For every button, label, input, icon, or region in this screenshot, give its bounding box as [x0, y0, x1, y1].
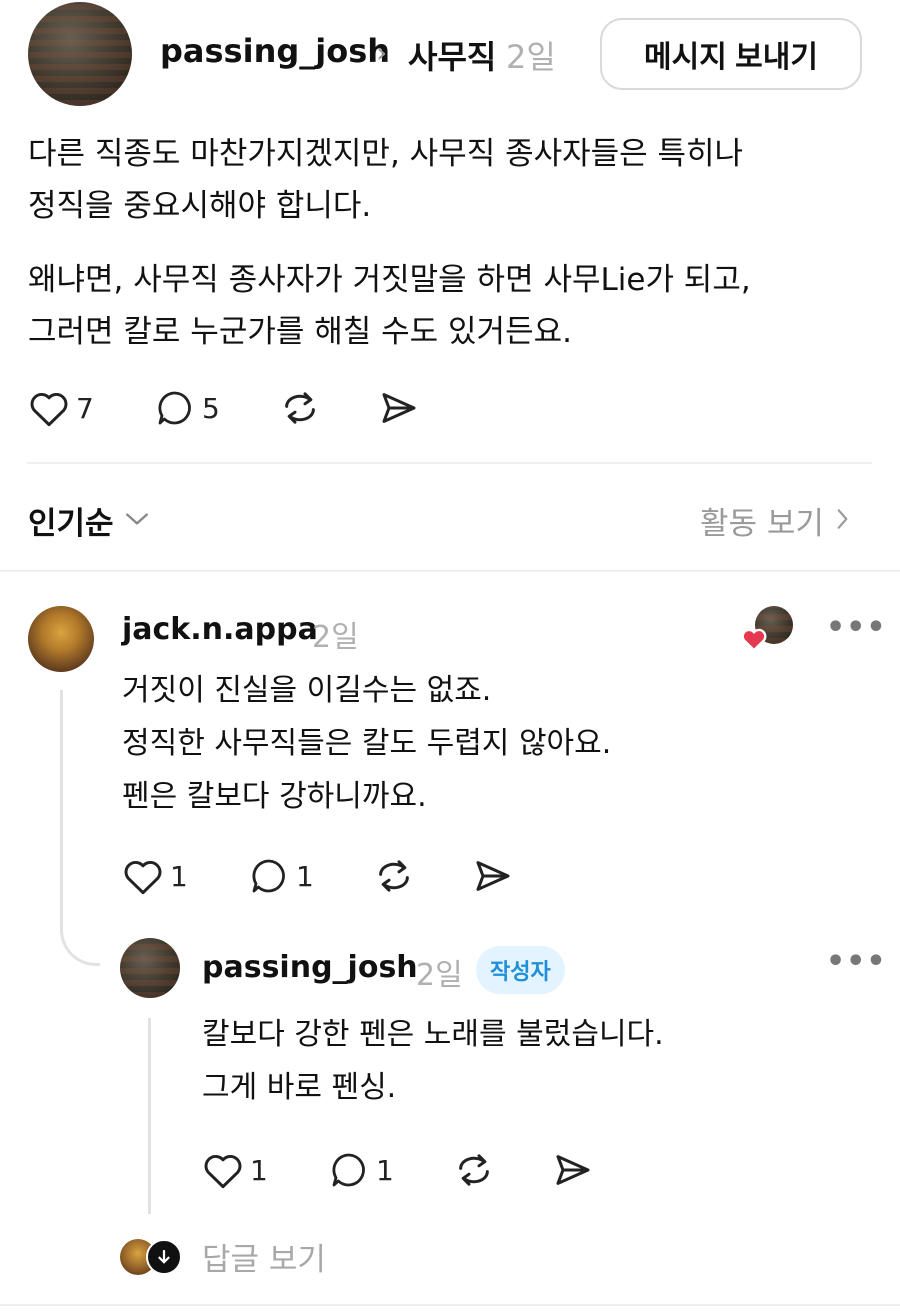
comment-icon	[328, 1150, 370, 1190]
comment-reply-count: 1	[296, 859, 314, 893]
more-icon[interactable]: •••	[826, 944, 887, 979]
comment-icon	[154, 388, 196, 428]
reply-share-button[interactable]	[552, 1150, 594, 1190]
reply-like-count: 1	[250, 1153, 268, 1187]
post-paragraph-1-line-2: 정직을 중요시해야 합니다.	[28, 188, 372, 224]
heart-icon	[28, 388, 70, 428]
arrow-down-icon	[146, 1238, 182, 1275]
post-category[interactable]: 사무직	[408, 32, 496, 78]
post-author-avatar[interactable]	[28, 2, 132, 106]
post-repost-button[interactable]	[280, 388, 320, 428]
post-author-name[interactable]: passing_josh	[160, 32, 390, 70]
reply-thread-line	[148, 1018, 151, 1214]
chevron-down-icon	[124, 509, 150, 533]
chevron-right-icon	[834, 506, 850, 536]
post-paragraph-2-line-1: 왜냐면, 사무직 종사자가 거짓말을 하면 사무Lie가 되고,	[28, 262, 751, 298]
reply-reply-button[interactable]: 1	[328, 1150, 394, 1190]
heart-icon	[740, 626, 768, 656]
post-divider	[27, 462, 872, 464]
share-icon	[472, 856, 514, 896]
bottom-divider	[0, 1304, 900, 1306]
comment-line-3: 펜은 칼보다 강하니까요.	[122, 779, 427, 814]
comment-like-count: 1	[170, 859, 188, 893]
section-divider	[0, 570, 900, 572]
post-like-count: 7	[76, 391, 94, 425]
post-paragraph-2-line-2: 그러면 칼로 누군가를 해칠 수도 있거든요.	[28, 314, 572, 350]
reply-like-button[interactable]: 1	[202, 1150, 268, 1190]
activity-link[interactable]: 활동 보기	[700, 498, 850, 543]
repost-icon	[454, 1150, 494, 1190]
thread-line	[60, 690, 63, 926]
sort-label: 인기순	[28, 506, 114, 542]
reply-reply-count: 1	[376, 1153, 394, 1187]
heart-icon	[122, 856, 164, 896]
reply-author-avatar[interactable]	[120, 938, 180, 998]
comment-icon	[248, 856, 290, 896]
comment-repost-button[interactable]	[374, 856, 414, 896]
comment-line-2: 정직한 사무직들은 칼도 두렵지 않아요.	[122, 726, 612, 761]
reply-author-name[interactable]: passing_josh	[202, 950, 418, 985]
comment-share-button[interactable]	[472, 856, 514, 896]
share-icon	[552, 1150, 594, 1190]
reply-time: 2일	[416, 958, 463, 993]
post-comment-button[interactable]: 5	[154, 388, 220, 428]
share-icon	[378, 388, 420, 428]
post-paragraph-1-line-1: 다른 직종도 마찬가지겠지만, 사무직 종사자들은 특히나	[28, 136, 744, 172]
reply-line-2: 그게 바로 펜싱.	[202, 1070, 397, 1105]
author-badge: 작성자	[476, 946, 565, 994]
repost-icon	[280, 388, 320, 428]
sort-dropdown[interactable]: 인기순	[28, 498, 150, 543]
send-message-button[interactable]: 메시지 보내기	[600, 18, 862, 90]
post-time: 2일	[506, 38, 556, 76]
comment-like-button[interactable]: 1	[122, 856, 188, 896]
activity-label: 활동 보기	[700, 506, 824, 542]
comment-author-name[interactable]: jack.n.appa	[122, 612, 318, 647]
post-like-button[interactable]: 7	[28, 388, 94, 428]
reply-line-1: 칼보다 강한 펜은 노래를 불렀습니다.	[202, 1017, 664, 1052]
view-replies-label: 답글 보기	[202, 1242, 326, 1278]
post-comment-count: 5	[202, 391, 220, 425]
post-share-button[interactable]	[378, 388, 420, 428]
chevron-right-icon: ›	[376, 36, 388, 69]
repost-icon	[374, 856, 414, 896]
comment-author-avatar[interactable]	[28, 606, 94, 672]
more-icon[interactable]: •••	[826, 610, 887, 645]
heart-icon	[202, 1150, 244, 1190]
comment-reply-button[interactable]: 1	[248, 856, 314, 896]
comment-line-1: 거짓이 진실을 이길수는 없죠.	[122, 673, 492, 708]
view-replies-button[interactable]: 답글 보기	[120, 1234, 326, 1279]
reply-repost-button[interactable]	[454, 1150, 494, 1190]
comment-time: 2일	[312, 620, 359, 655]
thread-curve	[60, 900, 100, 966]
